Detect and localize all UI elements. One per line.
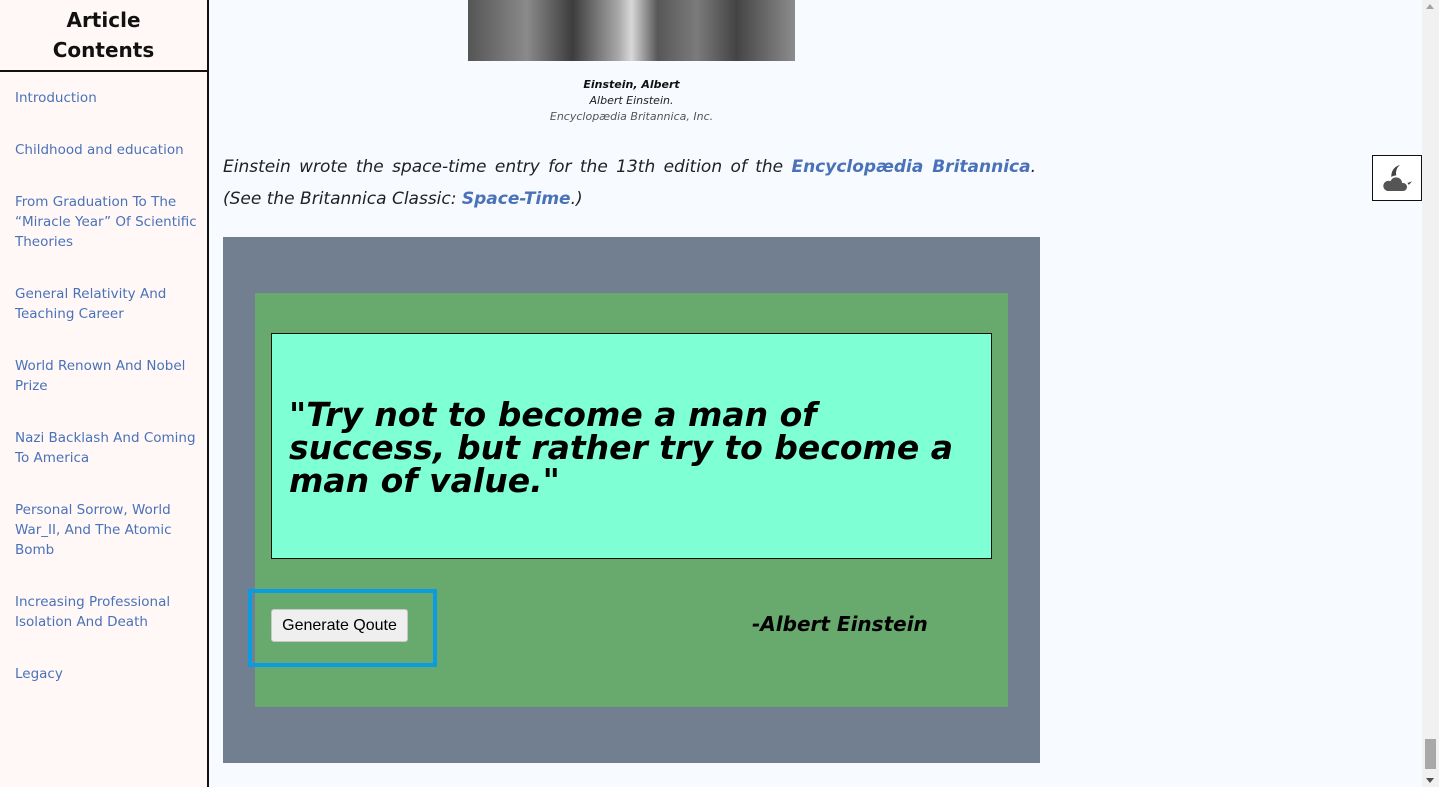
toc-item-isolation-death[interactable]: Increasing Professional Isolation And De…: [15, 592, 205, 632]
toc-item-miracle-year[interactable]: From Graduation To The “Miracle Year” Of…: [15, 192, 205, 252]
paragraph-text-3: .): [570, 189, 583, 209]
caption-subtitle: Albert Einstein.: [589, 94, 674, 107]
page-scrollbar[interactable]: [1422, 0, 1439, 787]
article-contents-sidebar: Article Contents Introduction Childhood …: [0, 0, 209, 787]
quote-text: "Try not to become a man of success, but…: [289, 395, 954, 500]
paragraph-text-1: Einstein wrote the space-time entry for …: [223, 157, 792, 177]
scroll-down-icon[interactable]: [1426, 778, 1434, 783]
scrollbar-thumb[interactable]: [1425, 739, 1436, 769]
moon-cloud-icon: [1381, 165, 1412, 193]
quote-box: "Try not to become a man of success, but…: [271, 333, 992, 559]
toc-item-nazi-backlash[interactable]: Nazi Backlash And Coming To America: [15, 428, 205, 468]
britannica-link[interactable]: Encyclopædia Britannica: [791, 157, 1030, 177]
caption-title: Einstein, Albert: [583, 78, 680, 91]
scroll-up-icon[interactable]: [1426, 4, 1434, 9]
toc-item-world-renown[interactable]: World Renown And Nobel Prize: [15, 356, 205, 396]
space-time-link[interactable]: Space-Time: [462, 189, 571, 209]
generate-quote-button[interactable]: Generate Qoute: [271, 609, 408, 642]
toc-item-introduction[interactable]: Introduction: [15, 88, 205, 108]
toc-item-personal-sorrow[interactable]: Personal Sorrow, World War_II, And The A…: [15, 500, 205, 560]
toc-item-legacy[interactable]: Legacy: [15, 664, 205, 684]
toc-item-childhood[interactable]: Childhood and education: [15, 140, 205, 160]
photo-caption: Einstein, Albert Albert Einstein. Encycl…: [468, 77, 795, 125]
toc-item-general-relativity[interactable]: General Relativity And Teaching Career: [15, 284, 205, 324]
theme-toggle-button[interactable]: [1372, 155, 1422, 201]
einstein-photo: [468, 0, 795, 61]
caption-credit: Encyclopædia Britannica, Inc.: [549, 110, 714, 123]
quote-author: -Albert Einstein: [752, 612, 928, 636]
article-paragraph: Einstein wrote the space-time entry for …: [223, 151, 1036, 215]
sidebar-title: Article Contents: [0, 0, 207, 72]
